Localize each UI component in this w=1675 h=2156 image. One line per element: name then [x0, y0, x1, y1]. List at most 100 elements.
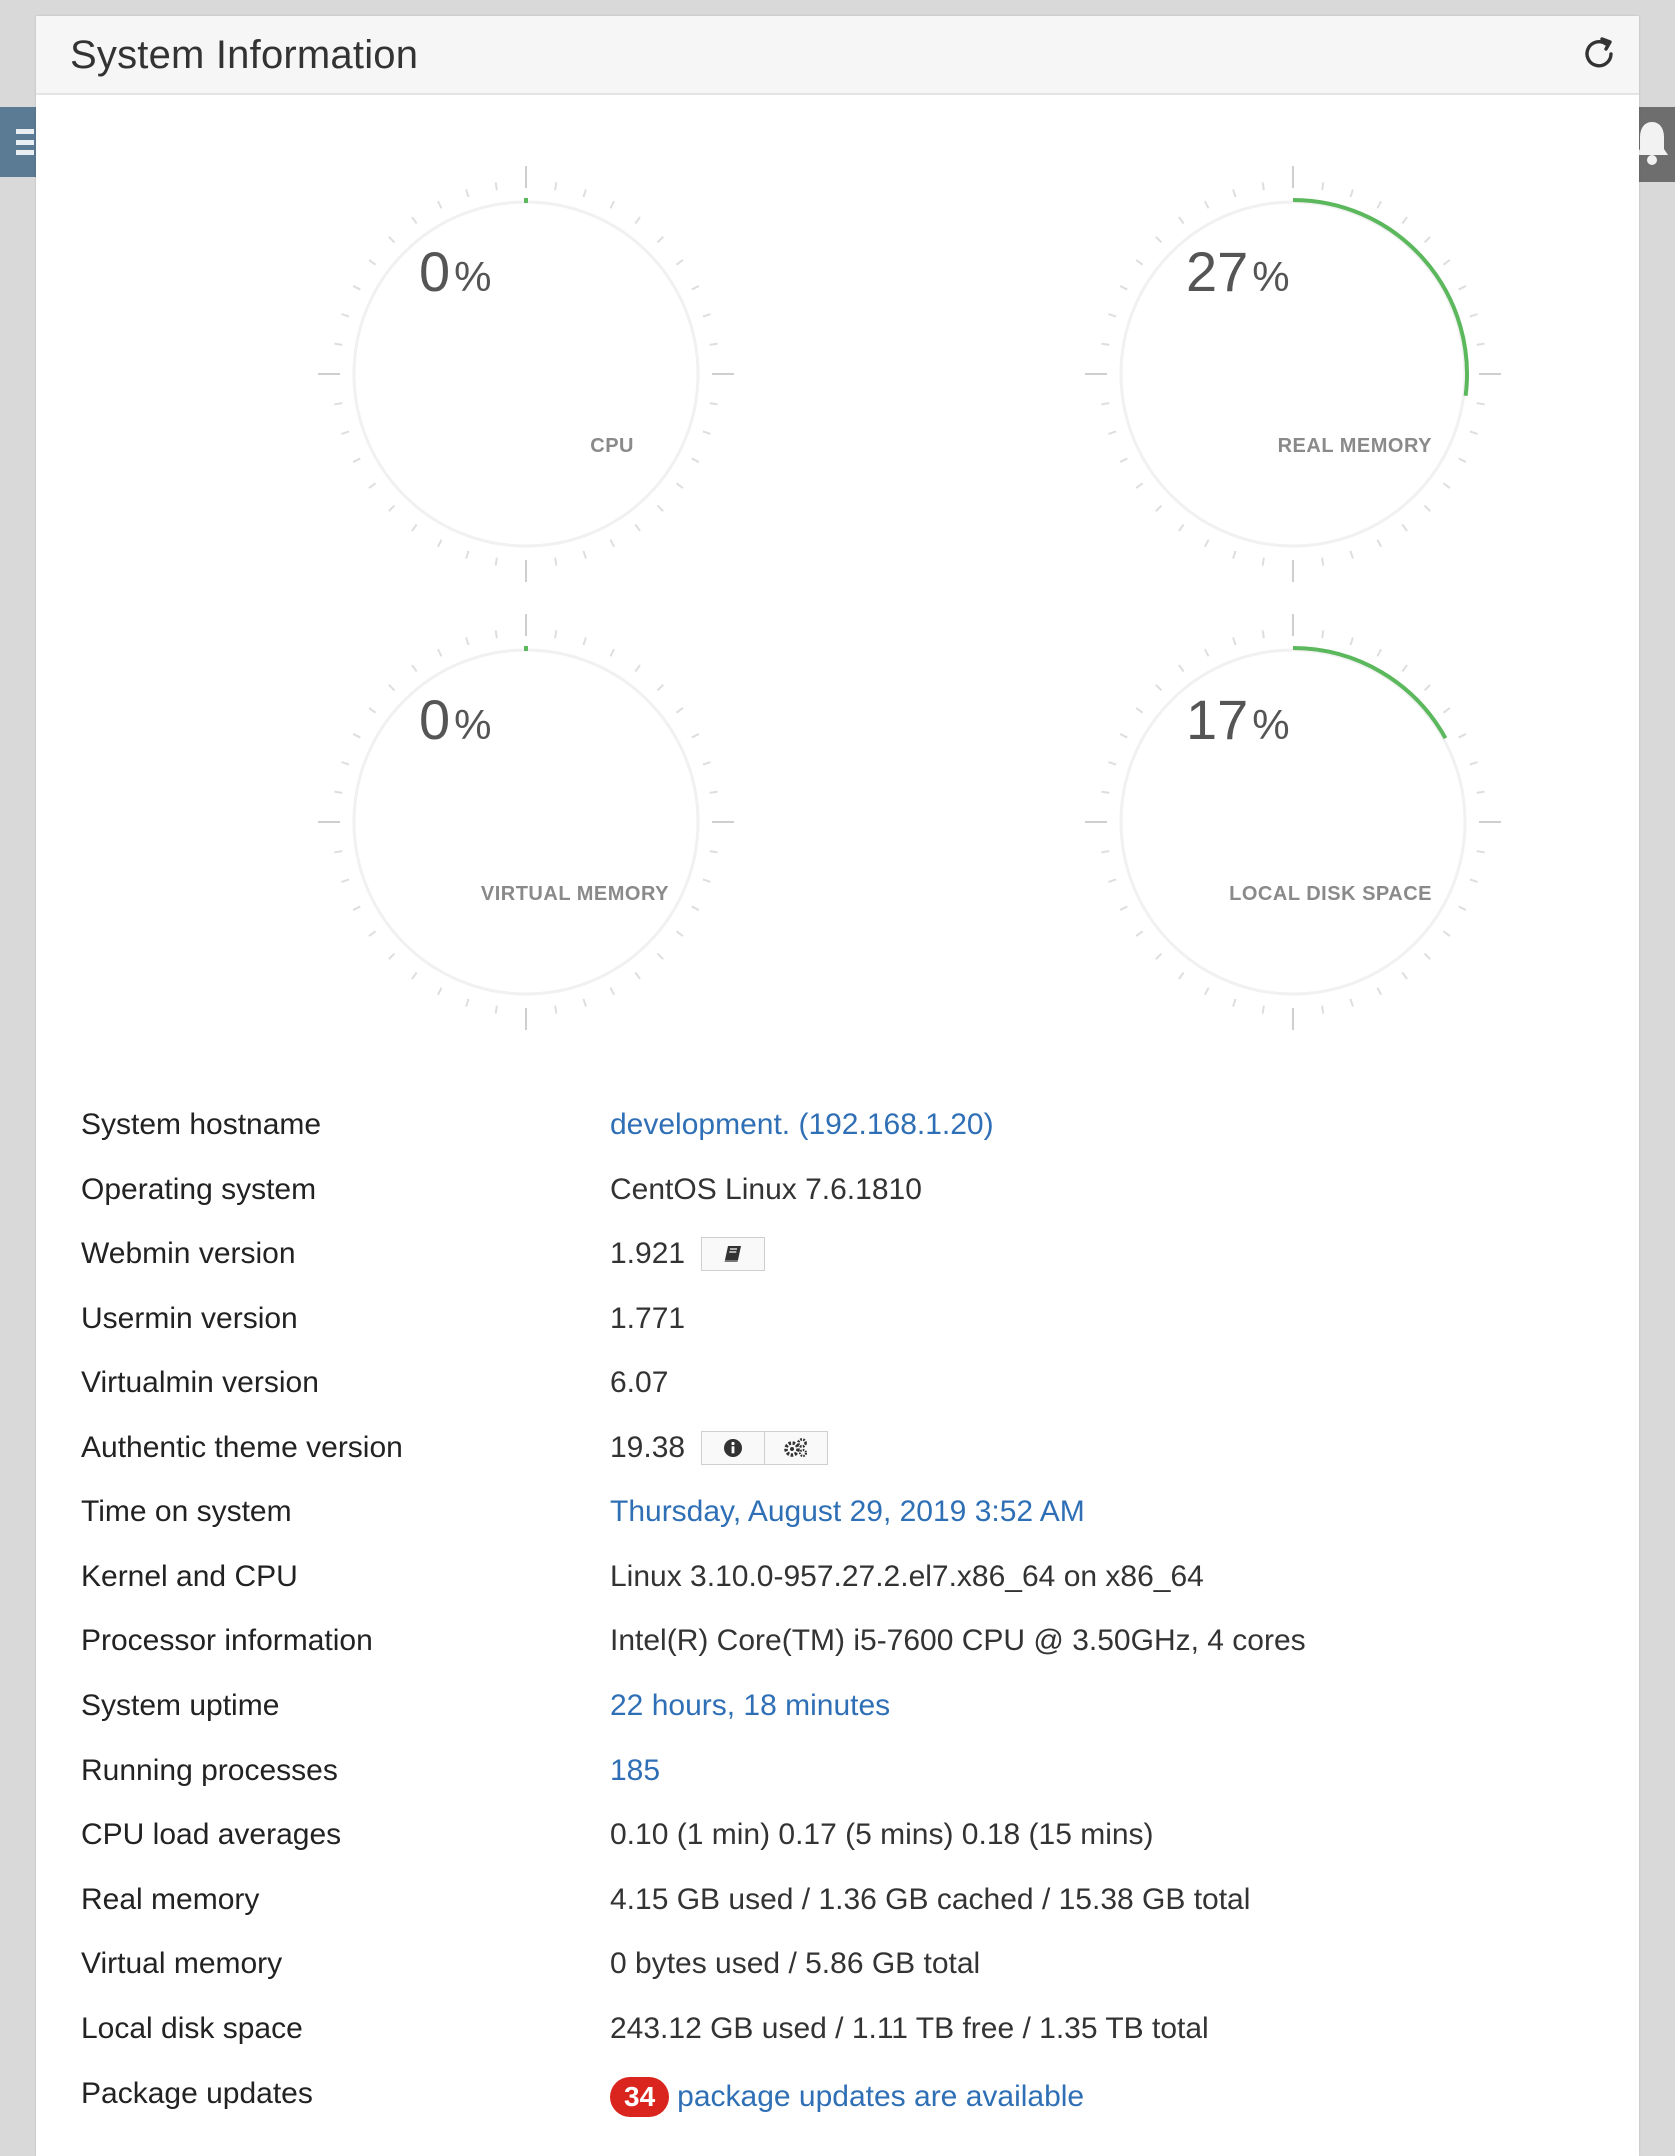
gauge-tick [1321, 1005, 1325, 1014]
gauge-tick [1469, 430, 1478, 435]
gauge-tick [388, 952, 396, 960]
gauge-tick [1119, 285, 1128, 291]
info-value: 0.10 (1 min) 0.17 (5 mins) 0.18 (15 mins… [610, 1818, 1154, 1851]
gauge-tick [1376, 648, 1382, 657]
webmin-actions [701, 1237, 766, 1271]
real-memory-gauge: 27% REAL MEMORY [1083, 164, 1503, 584]
cpu-gauge-label: CPU [590, 435, 634, 457]
hostname-link[interactable]: development. (192.168.1.20) [610, 1108, 994, 1142]
gauge-tick [352, 285, 361, 291]
info-label: Time on system [81, 1495, 292, 1528]
info-value: 243.12 GB used / 1.11 TB free / 1.35 TB … [610, 2012, 1209, 2045]
info-label: Virtual memory [81, 1947, 283, 1980]
gauge-tick [1401, 664, 1408, 673]
info-value: 6.07 [610, 1366, 669, 1399]
virtual-memory-gauge-value: 0% [419, 688, 492, 751]
gauge-tick [1119, 457, 1128, 463]
gauge-arc [1292, 646, 1448, 740]
sidebar-toggle[interactable] [0, 107, 36, 177]
virtual-memory-gauge-dial [318, 614, 734, 1030]
gauge-tick [494, 1005, 498, 1014]
info-value: 1.771 [610, 1302, 686, 1335]
gauge-tick [352, 905, 361, 911]
info-value: CentOS Linux 7.6.1810 [610, 1173, 922, 1206]
info-value: development. (192.168.1.20) [610, 1108, 994, 1142]
theme-info-button[interactable] [701, 1431, 766, 1465]
refresh-icon[interactable] [1579, 34, 1619, 74]
changelog-button[interactable] [701, 1237, 766, 1271]
gauge-tick [1232, 550, 1237, 559]
gauge-tick [609, 648, 615, 657]
info-label: Operating system [81, 1173, 317, 1206]
gauge-tick [1469, 761, 1478, 766]
system-time-link[interactable]: Thursday, August 29, 2019 3:52 AM [610, 1495, 1085, 1529]
gauge-tick [1458, 457, 1467, 463]
gauge-tick [1423, 504, 1431, 512]
gauge-tick [1423, 236, 1431, 244]
gauge-tick [1321, 182, 1325, 191]
gauge-tick [1349, 550, 1354, 559]
gauge-tick [702, 430, 711, 435]
gauge-tick [656, 504, 664, 512]
gauge-tick [702, 313, 711, 318]
gauge-tick [1401, 971, 1408, 980]
gauge-tick [341, 878, 350, 883]
info-value: 1.921 [610, 1237, 766, 1271]
info-row-usermin: Usermin version 1.771 [81, 1288, 1601, 1352]
real-memory-gauge-dial [1085, 166, 1501, 582]
gauge-tick [334, 850, 343, 854]
uptime-link[interactable]: 22 hours, 18 minutes [610, 1689, 890, 1723]
gauge-tick [368, 482, 377, 489]
gauge-tick [1101, 850, 1110, 854]
gauge-tick [1321, 557, 1325, 566]
system-information-panel: System Information 0% CPU 27% REAL MEMOR… [36, 16, 1639, 2156]
gauge-tick [1108, 430, 1117, 435]
info-icon [724, 1439, 743, 1457]
gauge-tick [368, 930, 377, 937]
real-memory-gauge-value: 27% [1186, 240, 1290, 303]
gauge-tick [582, 637, 587, 646]
info-value: 4.15 GB used / 1.36 GB cached / 15.38 GB… [610, 1883, 1251, 1916]
gauge-tick [702, 878, 711, 883]
gauge-tick [1155, 952, 1163, 960]
gauge-tick [352, 457, 361, 463]
gauge-tick [1178, 216, 1185, 225]
gauge-tick [1204, 200, 1210, 209]
theme-version-value: 19.38 [610, 1431, 686, 1464]
gauge-tick [609, 987, 615, 996]
info-value: Linux 3.10.0-957.27.2.el7.x86_64 on x86_… [610, 1560, 1204, 1593]
info-label: CPU load averages [81, 1818, 342, 1851]
info-value: 0 bytes used / 5.86 GB total [610, 1947, 981, 1980]
virtual-memory-gauge-label: VIRTUAL MEMORY [480, 883, 669, 905]
gauge-tick [1376, 539, 1382, 548]
info-row-virtual-memory: Virtual memory 0 bytes used / 5.86 GB to… [81, 1933, 1601, 1997]
gauge-tick [1261, 1005, 1265, 1014]
gauge-tick [554, 182, 558, 191]
gauge-tick [1442, 930, 1451, 937]
gauge-tick [1108, 313, 1117, 318]
package-updates-badge[interactable]: 34 [610, 2077, 670, 2117]
info-label: System hostname [81, 1108, 322, 1141]
info-row-os: Operating system CentOS Linux 7.6.1810 [81, 1159, 1601, 1223]
running-processes-link[interactable]: 185 [610, 1754, 660, 1788]
theme-settings-button[interactable] [765, 1431, 829, 1465]
gauge-tick [1135, 482, 1144, 489]
gauge-tick [341, 430, 350, 435]
virtual-memory-gauge: 0% VIRTUAL MEMORY [316, 612, 736, 1032]
gauge-tick [388, 236, 396, 244]
package-updates-link[interactable]: package updates are available [677, 2080, 1084, 2114]
info-label: Local disk space [81, 2012, 303, 2045]
info-value: 185 [610, 1754, 660, 1788]
gauge-tick [1458, 285, 1467, 291]
gauge-tick [1401, 216, 1408, 225]
gauge-tick [1178, 971, 1185, 980]
gauge-tick [465, 550, 470, 559]
gauge-tick [709, 790, 718, 794]
gauge-tick [634, 971, 641, 980]
webmin-version-value: 1.921 [610, 1237, 686, 1270]
real-memory-gauge-label: REAL MEMORY [1277, 435, 1432, 457]
info-label: System uptime [81, 1689, 280, 1722]
gauge-tick [1376, 987, 1382, 996]
gauge-tick [709, 342, 718, 346]
gauge-tick [582, 550, 587, 559]
